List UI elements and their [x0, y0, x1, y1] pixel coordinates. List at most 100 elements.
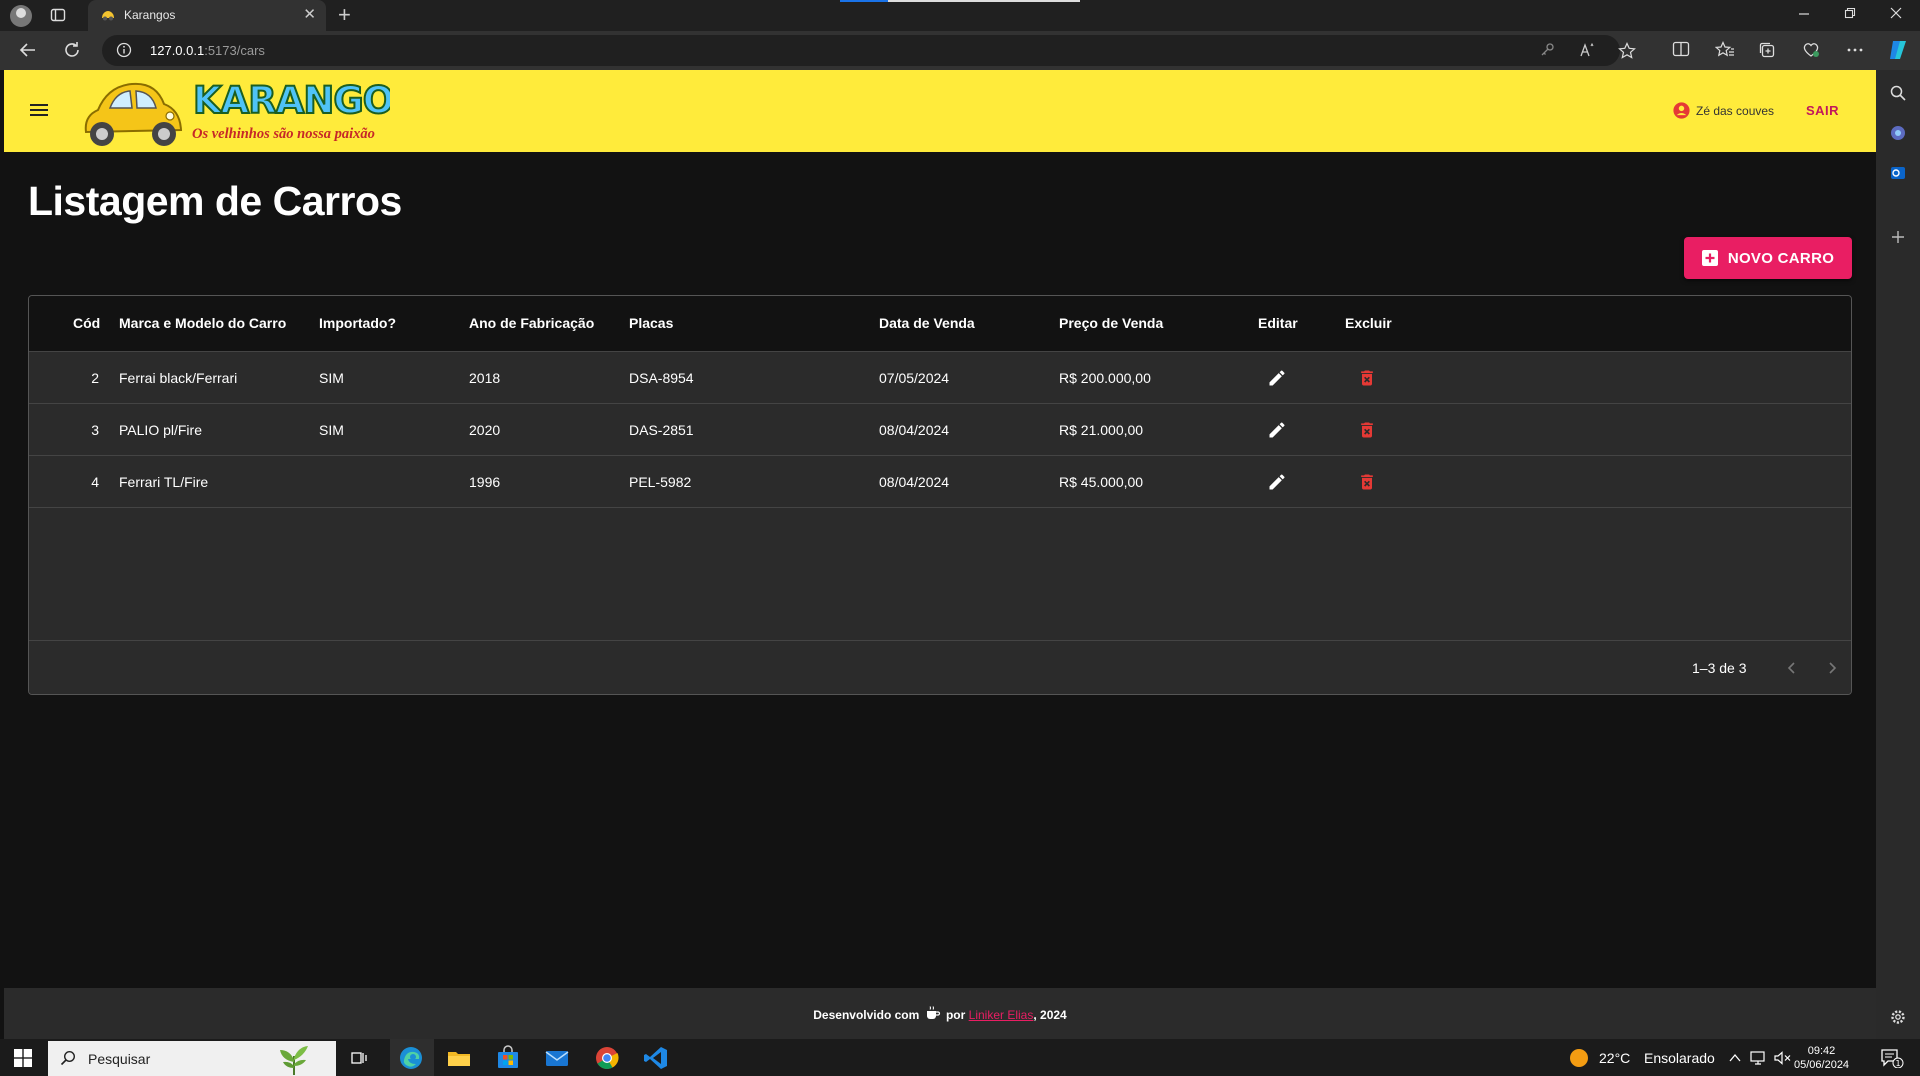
favorite-star-icon[interactable] [1618, 42, 1636, 60]
grid-empty-area [29, 508, 1851, 641]
delete-trash-icon[interactable] [1357, 420, 1377, 440]
footer-year: , 2024 [1033, 1008, 1067, 1022]
next-page-icon[interactable] [1825, 660, 1839, 676]
file-explorer-icon[interactable] [446, 1045, 472, 1071]
loading-indicator [840, 0, 1080, 2]
table-row[interactable]: 4 Ferrari TL/Fire 1996 PEL-5982 08/04/20… [29, 456, 1851, 508]
cell-id: 3 [91, 422, 99, 438]
new-tab-button[interactable]: + [338, 3, 351, 27]
sidebar-settings-icon[interactable] [1889, 1008, 1907, 1026]
weather-condition[interactable]: Ensolarado [1644, 1050, 1715, 1066]
column-header-sale-date[interactable]: Data de Venda [879, 315, 975, 331]
more-options-icon[interactable] [1846, 41, 1864, 59]
microsoft-store-icon[interactable] [495, 1045, 521, 1071]
split-screen-icon[interactable] [1672, 41, 1690, 57]
cell-model: PALIO pl/Fire [119, 422, 202, 438]
app-header: KARANGOS Os velhinhos são nossa paixão Z… [4, 70, 1876, 152]
profile-avatar[interactable] [10, 5, 32, 27]
network-icon[interactable] [1750, 1051, 1768, 1065]
edit-pencil-icon[interactable] [1267, 472, 1287, 492]
table-row[interactable]: 3 PALIO pl/Fire SIM 2020 DAS-2851 08/04/… [29, 404, 1851, 456]
user-info[interactable]: Zé das couves [1673, 102, 1774, 119]
app-footer: Desenvolvido com por Liniker Elias, 2024 [4, 988, 1876, 1039]
search-placeholder: Pesquisar [88, 1051, 151, 1067]
task-view-icon[interactable] [350, 1049, 368, 1067]
delete-trash-icon[interactable] [1357, 472, 1377, 492]
search-highlight-plant-icon [276, 1042, 312, 1075]
sidebar-search-icon[interactable] [1889, 84, 1907, 102]
favorites-icon[interactable] [1715, 41, 1735, 59]
column-header-imported[interactable]: Importado? [319, 315, 396, 331]
edit-pencil-icon[interactable] [1267, 420, 1287, 440]
tab-close-icon[interactable]: ✕ [303, 7, 316, 23]
sidebar-copilot-icon[interactable] [1889, 124, 1907, 142]
copilot-icon[interactable] [1886, 38, 1910, 62]
tab-karangos[interactable]: Karangos ✕ [88, 0, 326, 31]
table-row[interactable]: 2 Ferrai black/Ferrari SIM 2018 DSA-8954… [29, 352, 1851, 404]
tray-chevron-up-icon[interactable] [1728, 1052, 1742, 1064]
sidebar-add-icon[interactable] [1889, 228, 1907, 246]
chrome-app-icon[interactable] [594, 1045, 620, 1071]
url-host: 127.0.0.1 [150, 43, 205, 58]
sidebar-outlook-icon[interactable] [1889, 164, 1907, 182]
cell-sale-date: 08/04/2024 [879, 422, 950, 438]
reload-icon[interactable] [62, 40, 82, 60]
weather-sun-icon[interactable] [1568, 1047, 1590, 1069]
new-car-label: NOVO CARRO [1727, 249, 1835, 267]
cell-imported: SIM [319, 370, 344, 386]
taskbar-search-box[interactable]: Pesquisar [48, 1041, 336, 1076]
taskbar-clock[interactable]: 09:42 05/06/2024 [1794, 1044, 1849, 1072]
collections-icon[interactable] [1758, 41, 1776, 59]
delete-trash-icon[interactable] [1357, 368, 1377, 388]
restore-icon[interactable] [1844, 6, 1856, 20]
read-aloud-icon[interactable] [1579, 42, 1597, 58]
add-box-icon [1701, 250, 1718, 266]
footer-prefix: Desenvolvido com [813, 1008, 920, 1022]
column-header-plate[interactable]: Placas [629, 315, 673, 331]
footer-credit: Desenvolvido com por Liniker Elias, 2024 [4, 1005, 1876, 1022]
volume-muted-icon[interactable] [1774, 1051, 1792, 1065]
windows-taskbar: Pesquisar 22°C Ensolarado 09:42 05/06/20 [0, 1039, 1920, 1076]
cell-id: 4 [91, 474, 99, 490]
new-car-button[interactable]: NOVO CARRO [1684, 237, 1852, 279]
cell-imported: SIM [319, 422, 344, 438]
tab-title: Karangos [124, 8, 176, 22]
author-link[interactable]: Liniker Elias [969, 1008, 1034, 1022]
column-header-model[interactable]: Marca e Modelo do Carro [119, 315, 286, 331]
edge-app-icon[interactable] [398, 1045, 424, 1071]
edit-pencil-icon[interactable] [1267, 368, 1287, 388]
minimize-icon[interactable] [1798, 6, 1810, 20]
browser-nav-bar: 127.0.0.1:5173/cars [0, 31, 1920, 70]
mail-app-icon[interactable] [544, 1045, 570, 1071]
tab-actions-icon[interactable] [50, 7, 66, 23]
notifications-icon[interactable]: 1 [1880, 1048, 1904, 1068]
coffee-icon [926, 1006, 940, 1019]
vscode-app-icon[interactable] [643, 1045, 669, 1071]
cell-plate: DSA-8954 [629, 370, 694, 386]
column-header-delete: Excluir [1345, 315, 1392, 331]
pagination-range: 1–3 de 3 [1692, 660, 1747, 676]
address-bar[interactable]: 127.0.0.1:5173/cars [102, 35, 1636, 66]
clock-time: 09:42 [1807, 1045, 1836, 1057]
column-header-year[interactable]: Ano de Fabricação [469, 315, 594, 331]
cell-price: R$ 200.000,00 [1059, 370, 1151, 386]
back-arrow-icon[interactable] [18, 40, 38, 60]
site-info-icon[interactable] [116, 42, 132, 58]
weather-temperature[interactable]: 22°C [1599, 1050, 1630, 1066]
key-icon[interactable] [1539, 42, 1555, 58]
brand-tagline: Os velhinhos são nossa paixão [192, 126, 375, 142]
logout-button[interactable]: SAIR [1806, 103, 1839, 118]
car-favicon-icon [100, 9, 116, 21]
notification-count: 1 [1895, 1059, 1900, 1068]
column-header-price[interactable]: Preço de Venda [1059, 315, 1163, 331]
karangos-logo: KARANGOS Os velhinhos são nossa paixão [80, 74, 390, 152]
cell-year: 2018 [469, 370, 501, 386]
hamburger-menu-icon[interactable] [30, 103, 48, 117]
windows-start-icon[interactable] [14, 1049, 32, 1067]
grid-footer: 1–3 de 3 [29, 641, 1851, 694]
previous-page-icon[interactable] [1785, 660, 1799, 676]
column-header-cod[interactable]: Cód [73, 315, 100, 331]
browser-essentials-icon[interactable] [1802, 41, 1820, 59]
brand-wordmark: KARANGOS [193, 79, 390, 122]
close-window-icon[interactable] [1890, 6, 1902, 20]
